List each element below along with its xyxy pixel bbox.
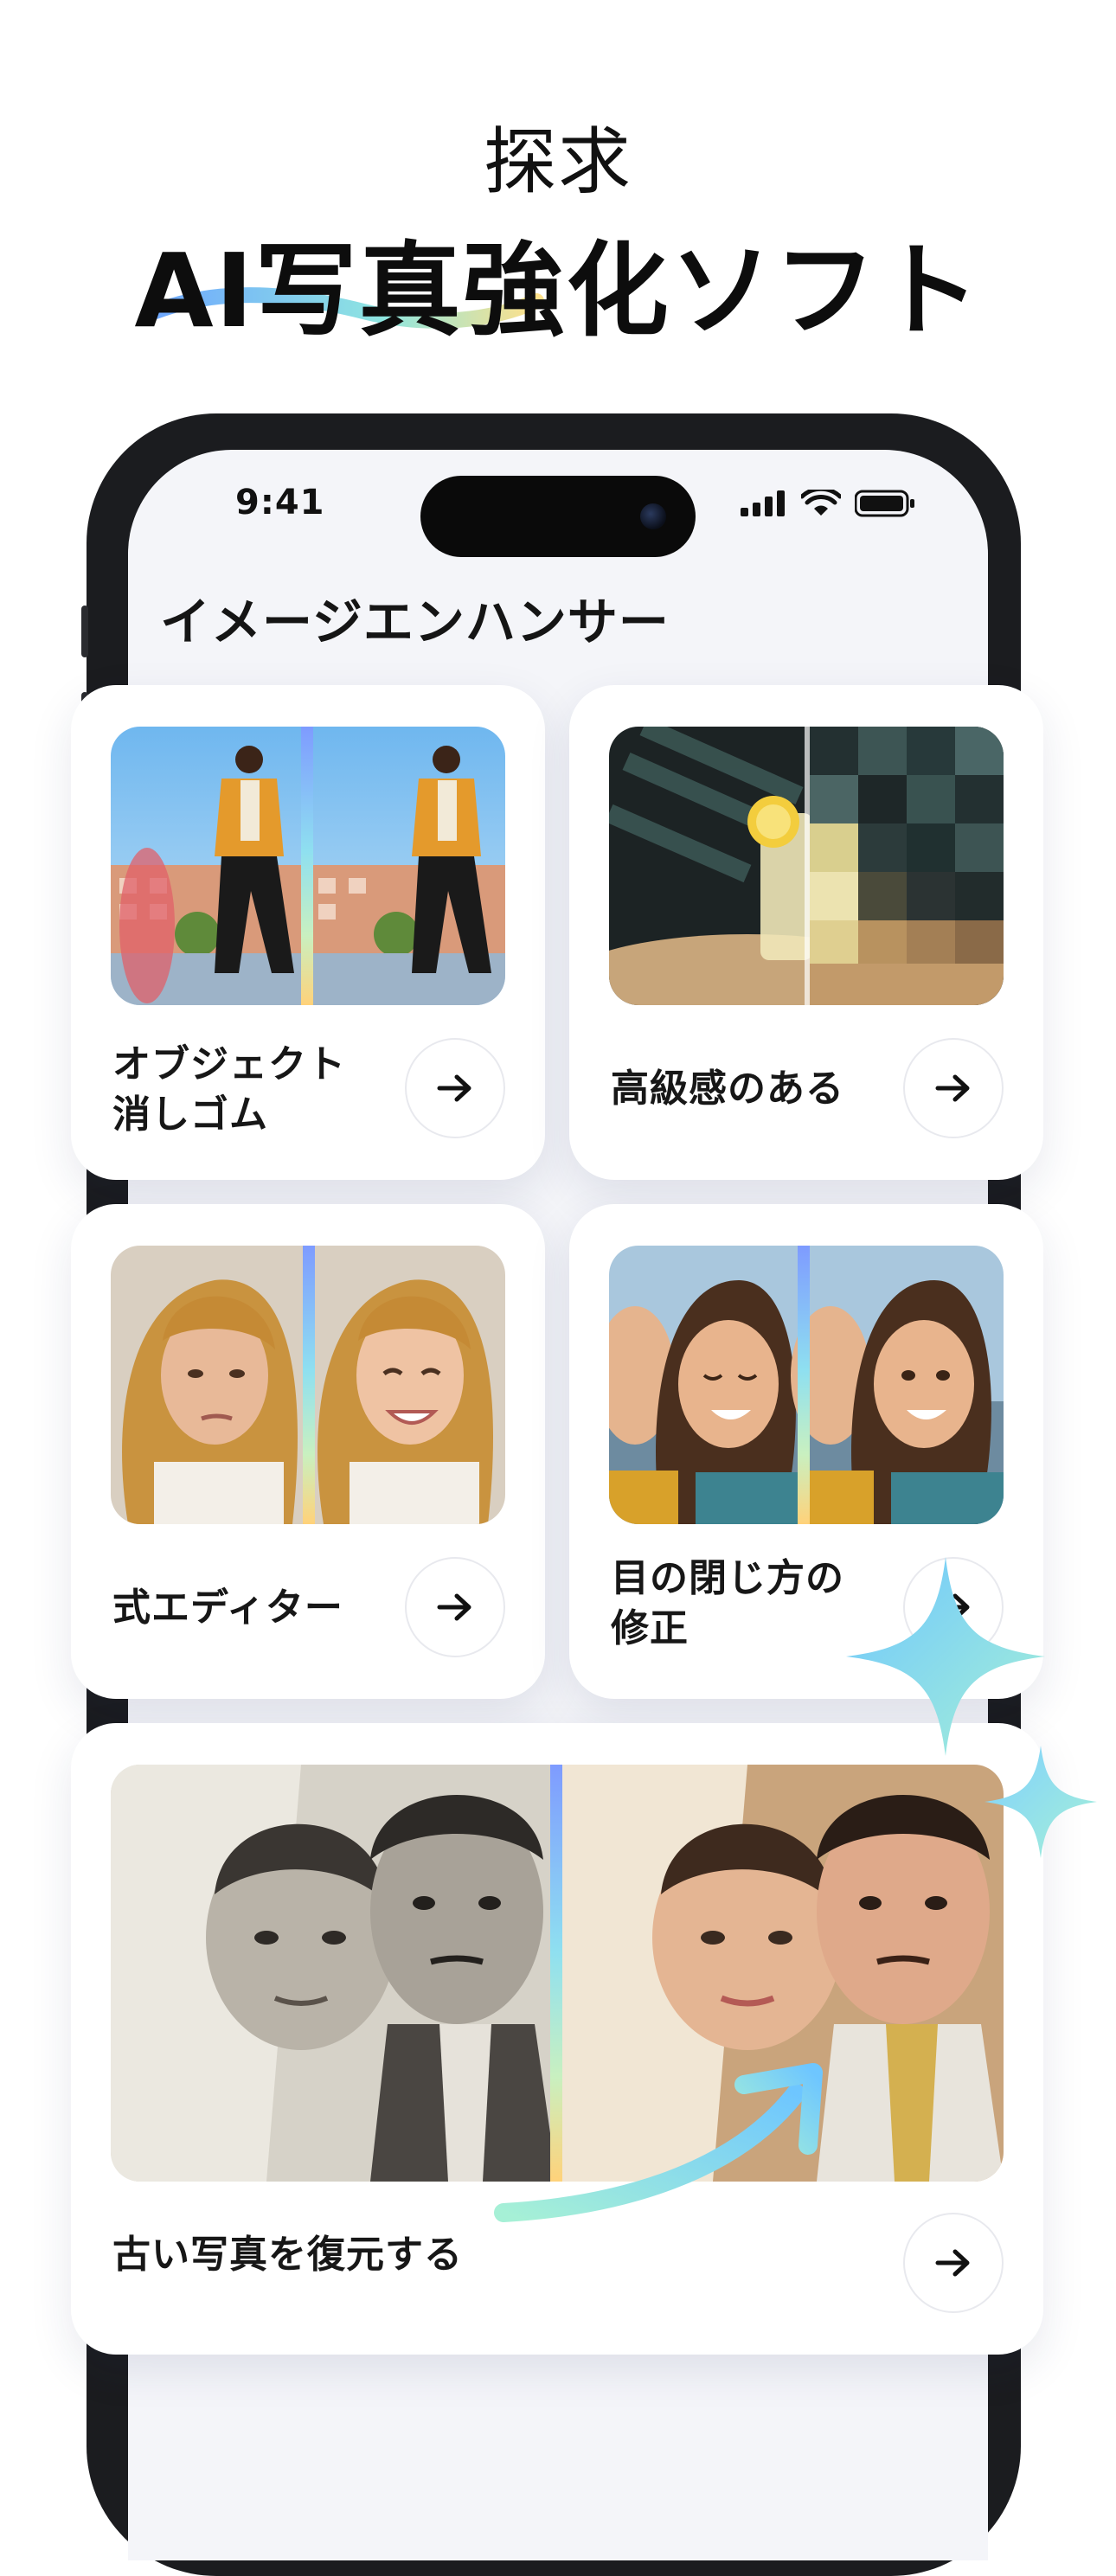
status-time: 9:41: [235, 483, 325, 522]
signal-icon: [741, 490, 785, 516]
feature-thumbnail: [111, 727, 505, 1005]
before-after-image: [609, 727, 1004, 1005]
feature-label-line: 高級感のある: [611, 1067, 844, 1111]
feature-label-line: 目の閉じ方の: [611, 1556, 844, 1600]
feature-label: 高級感のある: [611, 1064, 844, 1114]
arrow-right-icon: [935, 2249, 970, 2277]
feature-card-expression-editor[interactable]: 式エディター: [71, 1204, 545, 1699]
status-icons: [741, 490, 915, 517]
before-after-divider[interactable]: [301, 727, 313, 1005]
feature-thumbnail: [609, 727, 1004, 1005]
feature-label: オブジェクト 消しゴム: [112, 1040, 346, 1140]
open-feature-button[interactable]: [903, 2213, 1004, 2313]
sparkle-icon: [846, 1557, 1045, 1756]
open-feature-button[interactable]: [405, 1038, 505, 1138]
feature-thumbnail: [609, 1246, 1004, 1524]
feature-card-restore-old-photo[interactable]: 古い写真を復元する: [71, 1723, 1043, 2355]
arrow-right-icon: [437, 1074, 471, 1102]
wifi-icon: [801, 490, 841, 516]
curved-arrow-icon: [494, 2063, 823, 2222]
feature-label-line: 修正: [611, 1606, 689, 1650]
hero-title: AI写真強化ソフト: [134, 231, 982, 350]
feature-label: 古い写真を復元する: [112, 2230, 463, 2280]
phone-side-button: [81, 606, 88, 657]
before-after-divider[interactable]: [303, 1246, 315, 1524]
feature-label-line: 古い写真を復元する: [112, 2233, 463, 2277]
open-feature-button[interactable]: [903, 1038, 1004, 1138]
arrow-right-icon: [437, 1593, 471, 1621]
app-title: イメージエンハンサー: [160, 593, 670, 651]
feature-thumbnail: [111, 1246, 505, 1524]
feature-label: 目の閉じ方の 修正: [611, 1554, 844, 1654]
open-feature-button[interactable]: [405, 1557, 505, 1657]
arrow-right-icon: [935, 1074, 970, 1102]
feature-card-object-eraser[interactable]: オブジェクト 消しゴム: [71, 685, 545, 1180]
feature-label-line: オブジェクト: [112, 1042, 346, 1086]
feature-label-line: 消しゴム: [112, 1093, 268, 1137]
camera-icon: [640, 503, 666, 529]
feature-label-line: 式エディター: [112, 1586, 343, 1630]
before-after-divider[interactable]: [798, 1246, 810, 1524]
hero-subtitle: 探求: [483, 119, 632, 204]
sparkle-icon: [985, 1746, 1097, 1858]
feature-label: 式エディター: [112, 1583, 343, 1633]
feature-card-luxury[interactable]: 高級感のある: [569, 685, 1043, 1180]
battery-icon: [855, 490, 914, 517]
